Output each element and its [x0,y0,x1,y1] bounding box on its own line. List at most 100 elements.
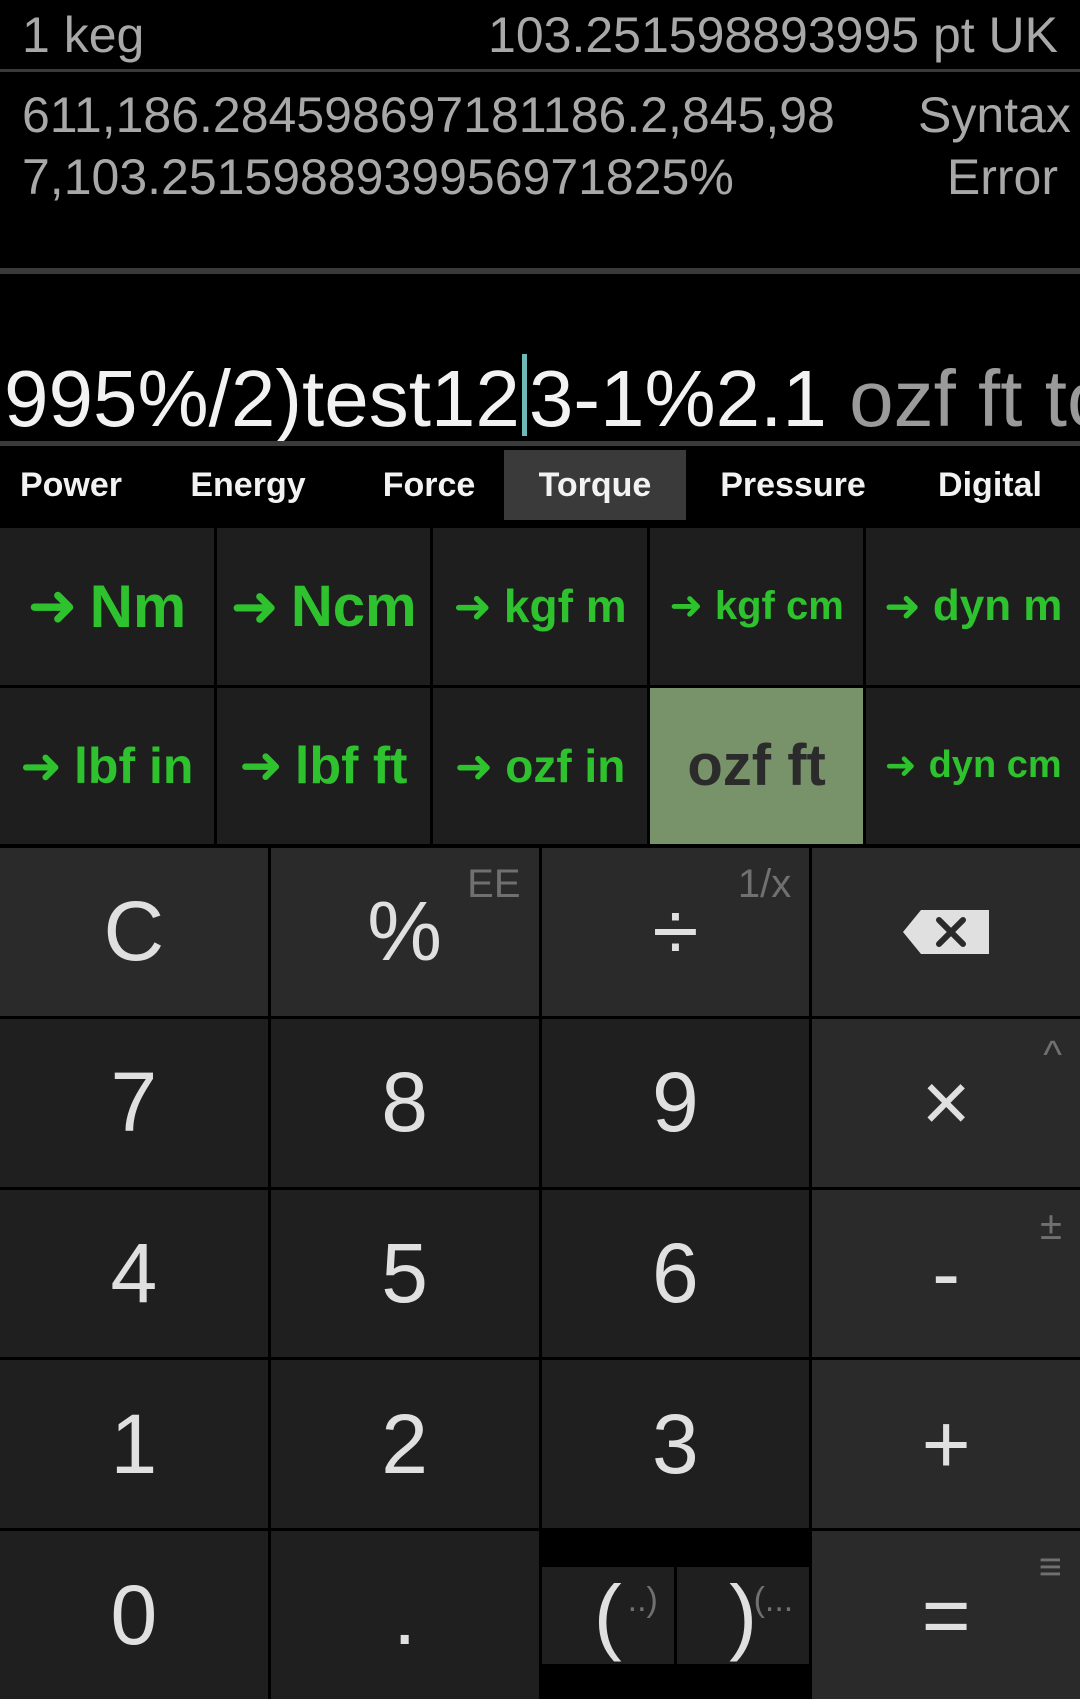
unit-button-ozf-in[interactable]: ➜ ozf in [433,687,647,844]
tab-label: Digital [938,465,1042,504]
key-sub-label: (... [753,1580,794,1619]
key-sub-label: ^ [1043,1032,1062,1077]
decimal-point-button[interactable]: . [270,1531,539,1699]
tab-digital[interactable]: Digital [900,450,1080,520]
plus-button[interactable]: + [812,1360,1080,1529]
key-label: 9 [652,1055,699,1150]
key-label: ÷ [652,884,699,979]
unit-label: kgf m [503,580,627,633]
key-label: % [367,884,442,979]
key-label: 5 [381,1225,428,1320]
unit-label: lbf in [74,737,194,794]
equals-button[interactable]: = ≡ [812,1531,1080,1699]
unit-button-ncm[interactable]: ➜ Ncm [216,528,431,685]
history-result: 103.251598893995 pt UK [488,6,1058,63]
percent-button[interactable]: % EE [270,848,539,1016]
key-label: 4 [110,1225,158,1320]
unit-button-ozf-ft[interactable]: ozf ft [649,687,864,844]
tab-torque[interactable]: Torque [504,450,686,520]
divide-button[interactable]: ÷ 1/x [541,848,810,1016]
input-text-after-cursor: 3-1%2.1 [528,354,827,443]
history-expression: 611,186.284598697181186.2,845,987,103.25… [22,87,835,205]
key-label: ( [593,1567,622,1662]
history-row-error[interactable]: 611,186.284598697181186.2,845,987,103.25… [0,74,1080,274]
key-sub-label: ..) [627,1580,658,1619]
arrow-right-icon: ➜ [27,572,78,640]
history-input: 1 keg [22,6,145,63]
tab-pressure[interactable]: Pressure [686,450,900,520]
digit-2-button[interactable]: 2 [270,1360,539,1529]
digit-1-button[interactable]: 1 [0,1360,268,1529]
unit-grid: ➜ Nm ➜ Ncm ➜ kgf m ➜ kgf cm ➜ dyn m ➜ lbf in ➜… [0,526,1080,846]
arrow-right-icon: ➜ [884,745,917,788]
digit-9-button[interactable]: 9 [541,1018,810,1187]
open-paren-button[interactable]: (..) [541,1566,674,1664]
arrow-right-icon: ➜ [883,581,921,631]
key-sub-label: ± [1040,1203,1062,1248]
input-text-before-cursor: 995%/2)test12 [4,354,520,443]
history-row[interactable]: 1 keg 103.251598893995 pt UK [0,0,1080,72]
unit-button-nm[interactable]: ➜ Nm [0,528,214,685]
key-label: = [921,1567,971,1662]
category-tabs: Power Energy Force Torque Pressure Digit… [0,450,1080,520]
tab-label: Pressure [720,465,866,504]
unit-button-lbf-ft[interactable]: ➜ lbf ft [216,687,431,844]
key-label: 3 [652,1396,699,1491]
tab-label: Force [382,465,476,504]
keypad: C % EE ÷ 1/x 7 8 9 × ^ 4 5 6 - ± 1 2 3 + 0 .… [0,848,1080,1699]
digit-3-button[interactable]: 3 [541,1360,810,1529]
unit-button-dyn-cm[interactable]: ➜ dyn cm [866,687,1080,844]
input-unit-suffix: ozf ft to: [849,354,1080,443]
digit-8-button[interactable]: 8 [270,1018,539,1187]
digit-6-button[interactable]: 6 [541,1189,810,1358]
digit-4-button[interactable]: 4 [0,1189,268,1358]
key-label: 2 [381,1396,428,1491]
unit-label: Ncm [290,573,417,639]
unit-label: ozf in [505,739,626,792]
unit-label: Nm [89,572,187,640]
key-label: 0 [110,1567,158,1662]
key-label: C [103,884,165,979]
arrow-right-icon: ➜ [20,737,63,794]
unit-button-kgf-cm[interactable]: ➜ kgf cm [649,528,864,685]
arrow-right-icon: ➜ [453,580,492,633]
clear-button[interactable]: C [0,848,268,1016]
multiply-button[interactable]: × ^ [812,1018,1080,1187]
close-paren-button[interactable]: ) (... [676,1566,810,1664]
history-error: Syntax Error [918,87,1071,205]
key-label: 6 [652,1225,699,1320]
key-label: - [932,1225,961,1320]
key-label: 7 [110,1055,158,1150]
digit-5-button[interactable]: 5 [270,1189,539,1358]
backspace-icon [903,909,990,954]
unit-label: kgf cm [714,583,844,628]
key-sub-label: 1/x [737,862,792,906]
digit-7-button[interactable]: 7 [0,1018,268,1187]
menu-icon: ≡ [1038,1545,1062,1590]
expression-line[interactable]: 995%/2)test123-1%2.1 ozf ft to: [4,354,1080,443]
tab-power[interactable]: Power [0,450,142,520]
key-label: 8 [381,1055,428,1150]
digit-0-button[interactable]: 0 [0,1531,268,1699]
key-label: . [392,1567,417,1662]
unit-button-lbf-in[interactable]: ➜ lbf in [0,687,214,844]
key-label: 1 [110,1396,158,1491]
unit-label: dyn m [932,581,1063,631]
unit-button-dyn-m[interactable]: ➜ dyn m [866,528,1080,685]
key-label: + [921,1396,971,1491]
minus-button[interactable]: - ± [812,1189,1080,1358]
arrow-right-icon: ➜ [669,584,703,629]
arrow-right-icon: ➜ [454,739,494,792]
expression-input[interactable]: 995%/2)test123-1%2.1 ozf ft to: [0,276,1080,446]
arrow-right-icon: ➜ [230,574,279,640]
tab-label: Energy [190,465,306,504]
unit-button-kgf-m[interactable]: ➜ kgf m [433,528,647,685]
tab-force[interactable]: Force [354,450,504,520]
tab-energy[interactable]: Energy [142,450,354,520]
tab-label: Power [19,465,123,504]
arrow-right-icon: ➜ [239,736,283,795]
parentheses-group: (..) ) (... [541,1531,810,1699]
key-sub-label: EE [467,862,521,906]
text-cursor [521,354,527,436]
backspace-button[interactable] [812,848,1080,1016]
